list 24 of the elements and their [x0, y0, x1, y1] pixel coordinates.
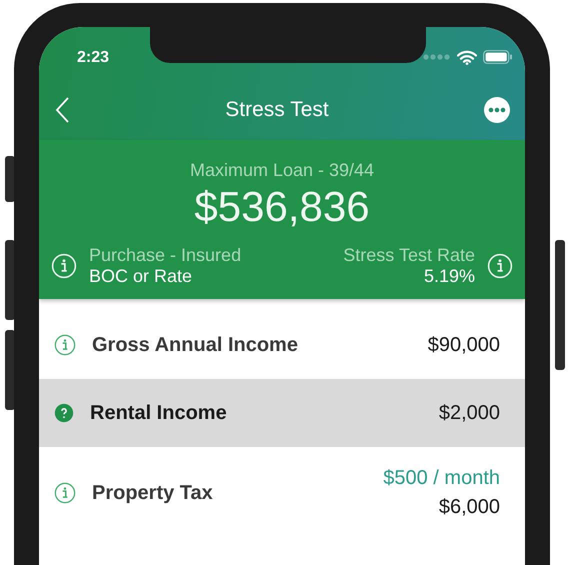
signal-icon — [423, 54, 451, 60]
row-label: Rental Income — [90, 402, 227, 424]
loan-type-label: Purchase - Insured — [89, 245, 242, 266]
loan-type-value: BOC or Rate — [89, 266, 192, 287]
row-label: Gross Annual Income — [92, 334, 298, 356]
status-time: 2:23 — [77, 49, 110, 67]
row-label: Property Tax — [92, 482, 213, 504]
list-row[interactable]: Rental Income $2,000 — [39, 379, 525, 447]
help-icon[interactable] — [54, 403, 74, 423]
rate-label: Stress Test Rate — [343, 245, 475, 266]
more-button[interactable] — [482, 96, 511, 124]
rate-value: 5.19% — [424, 266, 475, 287]
info-icon[interactable] — [54, 334, 76, 356]
info-icon[interactable] — [54, 482, 76, 504]
row-value: $2,000 — [438, 402, 500, 424]
monthly-value: $500 / month — [383, 467, 500, 490]
loan-amount: $536,836 — [194, 183, 370, 231]
battery-icon — [483, 50, 513, 64]
row-value: $90,000 — [428, 334, 500, 356]
row-value: $6,000 — [438, 496, 500, 519]
wifi-icon — [457, 50, 477, 64]
loan-caption: Maximum Loan - 39/44 — [190, 160, 374, 181]
nav-title: Stress Test — [225, 98, 329, 122]
back-button[interactable] — [55, 96, 71, 124]
